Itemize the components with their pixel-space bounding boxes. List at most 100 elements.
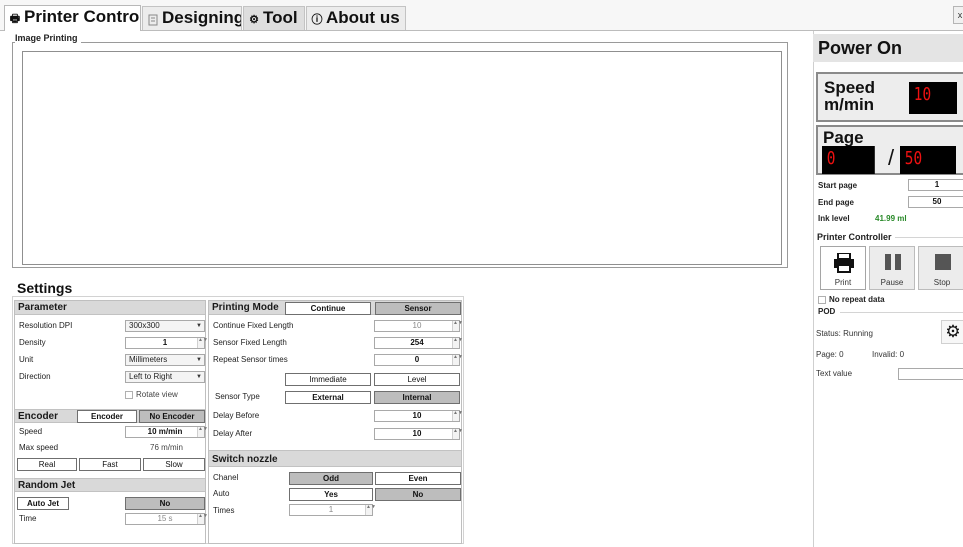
spin-arrows-icon[interactable]: ▲▼: [452, 338, 463, 348]
page-current-led: 0: [822, 146, 875, 174]
times-label: Times: [213, 506, 235, 515]
max-speed-value: 76 m/min: [150, 443, 183, 452]
continue-fixed-length-value: 10: [412, 321, 422, 330]
rotate-view-checkbox[interactable]: [125, 391, 133, 399]
text-value-label: Text value: [816, 369, 853, 378]
resolution-select[interactable]: 300x300 ▼: [125, 320, 205, 332]
even-button[interactable]: Even: [375, 472, 461, 485]
status-text: Status: Running: [816, 329, 873, 338]
spin-arrows-icon[interactable]: ▲▼: [197, 427, 208, 437]
spin-arrows-icon[interactable]: ▲▼: [452, 321, 463, 331]
print-label: Print: [834, 278, 852, 287]
tab-designing[interactable]: Designing: [142, 6, 242, 30]
spin-arrows-icon[interactable]: ▲▼: [365, 505, 376, 515]
density-value: 1: [162, 338, 168, 347]
unit-value: Millimeters: [129, 355, 168, 364]
tab-label: Designing: [162, 8, 242, 27]
chevron-down-icon: ▼: [196, 323, 202, 329]
spin-arrows-icon[interactable]: ▲▼: [452, 429, 463, 439]
sensor-button[interactable]: Sensor: [375, 302, 461, 315]
sensor-fixed-length-stepper[interactable]: 254 ▲▼: [374, 337, 463, 349]
ink-level-label: Ink level: [818, 214, 850, 223]
parameter-header: Parameter: [15, 301, 205, 315]
print-button[interactable]: Print: [820, 246, 866, 290]
pause-button[interactable]: Pause: [869, 246, 915, 290]
divider: [840, 312, 963, 313]
spin-arrows-icon[interactable]: ▲▼: [197, 514, 208, 524]
gear-icon: ⚙: [945, 322, 961, 341]
times-stepper[interactable]: 1 ▲▼: [289, 504, 376, 516]
continue-button[interactable]: Continue: [285, 302, 371, 315]
continue-fixed-length-stepper[interactable]: 10 ▲▼: [374, 320, 463, 332]
delay-before-stepper[interactable]: 10 ▲▼: [374, 410, 463, 422]
auto-yes-button[interactable]: Yes: [289, 488, 373, 501]
stop-button[interactable]: Stop: [918, 246, 963, 290]
density-stepper[interactable]: 1 ▲▼: [125, 337, 208, 349]
tab-printer-control[interactable]: 🖶 Printer Control: [4, 5, 141, 31]
close-button[interactable]: x: [953, 6, 963, 24]
odd-button[interactable]: Odd: [289, 472, 373, 485]
start-page-input[interactable]: 1: [908, 179, 963, 191]
settings-gear-button[interactable]: ⚙: [941, 320, 963, 344]
auto-no-button[interactable]: No: [375, 488, 461, 501]
speed-display-unit: m/min: [824, 95, 875, 114]
switch-nozzle-header: Switch nozzle: [209, 450, 461, 467]
spin-arrows-icon[interactable]: ▲▼: [452, 411, 463, 421]
invalid-info: Invalid: 0: [872, 350, 905, 359]
speed-display-label: Speed: [824, 78, 876, 97]
tab-tool[interactable]: ⚙ Tool: [243, 6, 305, 30]
settings-title: Settings: [17, 280, 73, 296]
tab-label: Tool: [263, 8, 298, 27]
delay-after-label: Delay After: [213, 429, 253, 438]
spin-arrows-icon[interactable]: ▲▼: [452, 355, 463, 365]
time-label: Time: [19, 514, 37, 523]
delay-before-label: Delay Before: [213, 411, 260, 420]
stop-label: Stop: [933, 278, 951, 287]
external-button[interactable]: External: [285, 391, 371, 404]
no-repeat-data-label: No repeat data: [829, 295, 885, 304]
tab-about-us[interactable]: ⓘ About us: [306, 6, 406, 30]
direction-label: Direction: [19, 372, 51, 381]
fast-button[interactable]: Fast: [79, 458, 141, 471]
auto-jet-button[interactable]: Auto Jet: [17, 497, 69, 510]
unit-select[interactable]: Millimeters ▼: [125, 354, 205, 366]
internal-button[interactable]: Internal: [374, 391, 460, 404]
slow-button[interactable]: Slow: [143, 458, 205, 471]
speed-stepper[interactable]: 10 m/min ▲▼: [125, 426, 208, 438]
text-value-input[interactable]: [898, 368, 963, 380]
level-button[interactable]: Level: [374, 373, 460, 386]
immediate-button[interactable]: Immediate: [285, 373, 371, 386]
chevron-down-icon: ▼: [196, 374, 202, 380]
time-stepper[interactable]: 15 s ▲▼: [125, 513, 208, 525]
direction-value: Left to Right: [129, 372, 173, 381]
pause-label: Pause: [880, 278, 904, 287]
image-preview-canvas[interactable]: [22, 51, 782, 265]
no-encoder-button[interactable]: No Encoder: [139, 410, 205, 423]
printer-icon: 🖶: [9, 13, 21, 25]
random-jet-no-button[interactable]: No: [125, 497, 205, 510]
repeat-sensor-label: Repeat Sensor times: [213, 355, 288, 364]
encoder-button[interactable]: Encoder: [77, 410, 137, 423]
printer-icon: [834, 253, 854, 273]
page-display-label: Page: [823, 128, 864, 147]
delay-after-stepper[interactable]: 10 ▲▼: [374, 428, 463, 440]
times-value: 1: [328, 505, 334, 514]
speed-label: Speed: [19, 427, 43, 436]
end-page-label: End page: [818, 198, 855, 207]
no-repeat-data-checkbox[interactable]: [818, 296, 826, 304]
density-label: Density: [19, 338, 46, 347]
tab-label: Printer Control: [24, 7, 141, 26]
gears-icon: ⚙: [249, 14, 259, 26]
page-info: Page: 0: [816, 350, 844, 359]
direction-select[interactable]: Left to Right ▼: [125, 371, 205, 383]
repeat-sensor-stepper[interactable]: 0 ▲▼: [374, 354, 463, 366]
end-page-input[interactable]: 50: [908, 196, 963, 208]
design-icon: [147, 9, 159, 30]
sensor-fixed-length-label: Sensor Fixed Length: [213, 338, 287, 347]
real-button[interactable]: Real: [17, 458, 77, 471]
resolution-label: Resolution DPI: [19, 321, 73, 330]
speed-display: Speed m/min 10: [816, 72, 963, 122]
printer-controller-label: Printer Controller: [817, 232, 892, 242]
sensor-type-label: Sensor Type: [215, 392, 260, 401]
spin-arrows-icon[interactable]: ▲▼: [197, 338, 208, 348]
